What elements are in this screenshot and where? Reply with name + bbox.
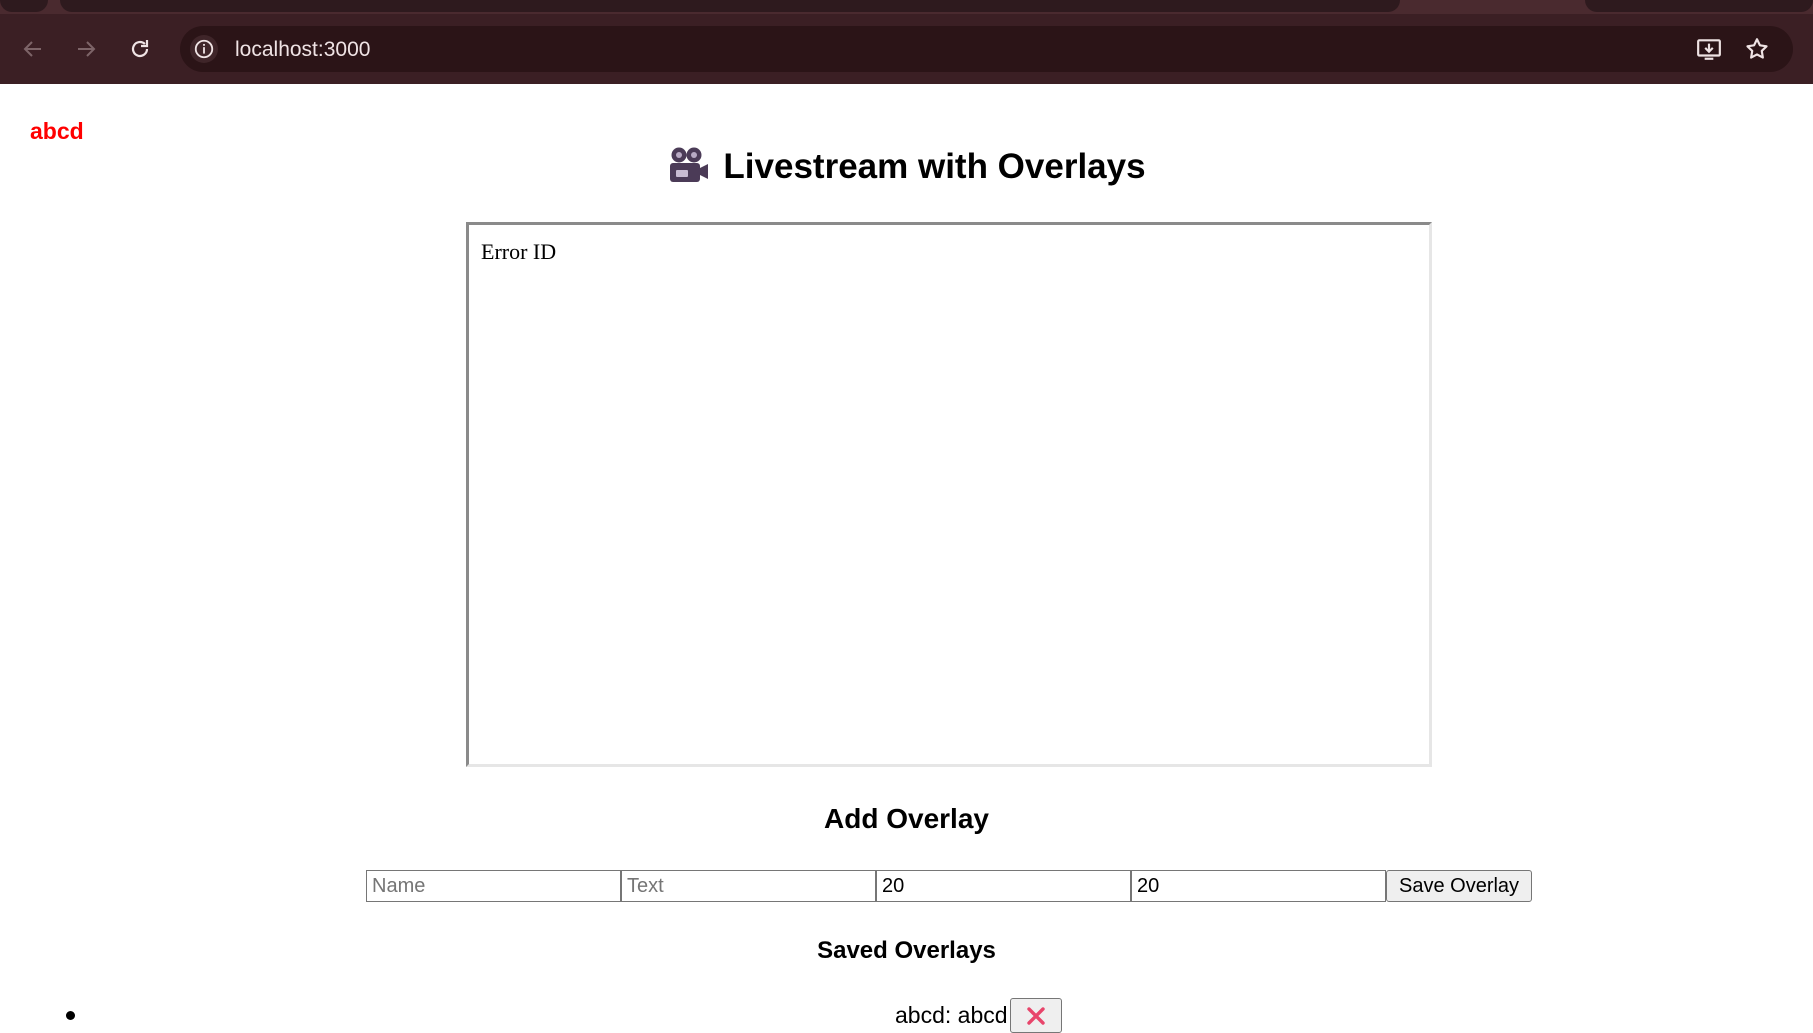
page-title-text: Livestream with Overlays bbox=[723, 147, 1146, 186]
overlay-x-input[interactable] bbox=[876, 870, 1131, 902]
overlay-item-text: abcd: abcd bbox=[895, 1002, 1008, 1028]
video-player[interactable]: Error ID bbox=[466, 222, 1432, 767]
overlay-y-input[interactable] bbox=[1131, 870, 1386, 902]
list-item: abcd: abcd bbox=[0, 998, 1813, 1033]
address-bar[interactable]: localhost:3000 bbox=[180, 26, 1793, 72]
overlay-name-input[interactable] bbox=[366, 870, 621, 902]
reload-button[interactable] bbox=[124, 33, 156, 65]
video-error-message: Error ID bbox=[481, 239, 557, 264]
back-button[interactable] bbox=[17, 33, 49, 65]
site-info-button[interactable] bbox=[190, 35, 218, 63]
browser-toolbar: localhost:3000 bbox=[0, 14, 1813, 84]
saved-overlays-heading: Saved Overlays bbox=[817, 937, 996, 964]
overlay-text-input[interactable] bbox=[621, 870, 876, 902]
install-app-icon[interactable] bbox=[1696, 36, 1722, 62]
reload-icon bbox=[131, 40, 149, 58]
red-x-icon bbox=[1027, 1006, 1045, 1025]
browser-tab-active[interactable] bbox=[60, 0, 1400, 12]
browser-tab[interactable] bbox=[1585, 0, 1813, 12]
brand-logo-text: abcd bbox=[30, 118, 84, 144]
list-bullet bbox=[66, 1011, 75, 1020]
save-overlay-button[interactable]: Save Overlay bbox=[1386, 870, 1533, 902]
url-text[interactable]: localhost:3000 bbox=[235, 38, 370, 62]
browser-tab[interactable] bbox=[0, 0, 48, 12]
arrow-left-icon bbox=[23, 41, 41, 57]
browser-tab-strip bbox=[0, 0, 1813, 14]
bookmark-star-icon[interactable] bbox=[1744, 36, 1770, 62]
movie-camera-icon bbox=[670, 147, 709, 182]
add-overlay-heading: Add Overlay bbox=[824, 803, 989, 834]
delete-overlay-button[interactable] bbox=[1010, 998, 1062, 1033]
page-title: Livestream with Overlays bbox=[0, 146, 1813, 187]
add-overlay-form: Save Overlay bbox=[366, 870, 1533, 902]
arrow-right-icon bbox=[78, 41, 96, 57]
info-icon bbox=[194, 39, 214, 59]
forward-button[interactable] bbox=[70, 33, 102, 65]
